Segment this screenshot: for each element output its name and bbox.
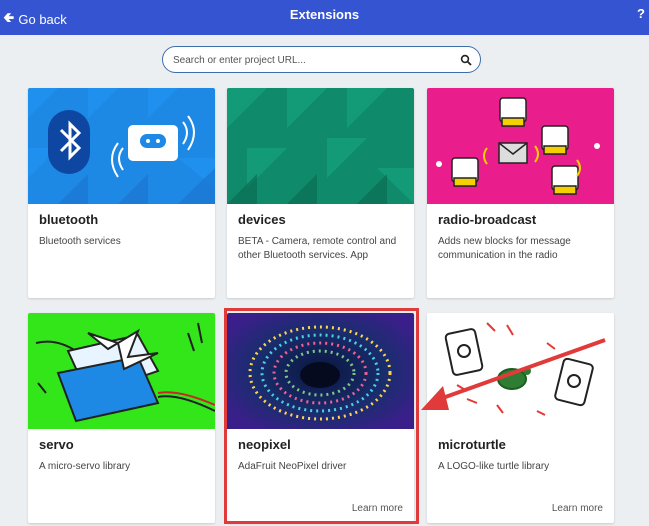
card-title: neopixel (238, 437, 291, 452)
page-title: Extensions (289, 7, 360, 22)
top-bar: 🢀 Go back Extensions ? (0, 0, 649, 35)
extension-card-neopixel[interactable]: neopixel AdaFruit NeoPixel driver Learn … (227, 313, 414, 523)
card-title: servo (39, 437, 74, 452)
bluetooth-image (28, 88, 215, 204)
neopixel-image (227, 313, 414, 429)
card-description: A LOGO-like turtle library (438, 461, 550, 472)
search-box (162, 46, 481, 73)
annotation-arrow-icon (421, 338, 606, 410)
card-title: devices (238, 212, 286, 227)
card-description: Adds new blocks for message communicatio… (438, 236, 571, 261)
card-description: AdaFruit NeoPixel driver (238, 461, 347, 472)
devices-image (227, 88, 414, 204)
extension-card-devices[interactable]: devices BETA - Camera, remote control an… (227, 88, 414, 298)
radio-broadcast-image (427, 88, 614, 204)
extension-card-servo[interactable]: servo A micro-servo library (28, 313, 215, 523)
help-button[interactable]: ? (637, 6, 645, 21)
servo-image (28, 313, 215, 429)
card-description: BETA - Camera, remote control and other … (238, 236, 397, 261)
card-title: microturtle (438, 437, 506, 452)
learn-more-link[interactable]: Learn more (552, 503, 603, 514)
card-description: Bluetooth services (39, 236, 121, 247)
extension-card-bluetooth[interactable]: bluetooth Bluetooth services (28, 88, 215, 298)
card-title: bluetooth (39, 212, 99, 227)
learn-more-link[interactable]: Learn more (352, 503, 403, 514)
search-input[interactable] (173, 51, 453, 69)
card-description: A micro-servo library (39, 461, 131, 472)
extension-card-radio-broadcast[interactable]: radio-broadcast Adds new blocks for mess… (427, 88, 614, 298)
search-icon[interactable] (460, 54, 472, 66)
card-title: radio-broadcast (438, 212, 537, 227)
